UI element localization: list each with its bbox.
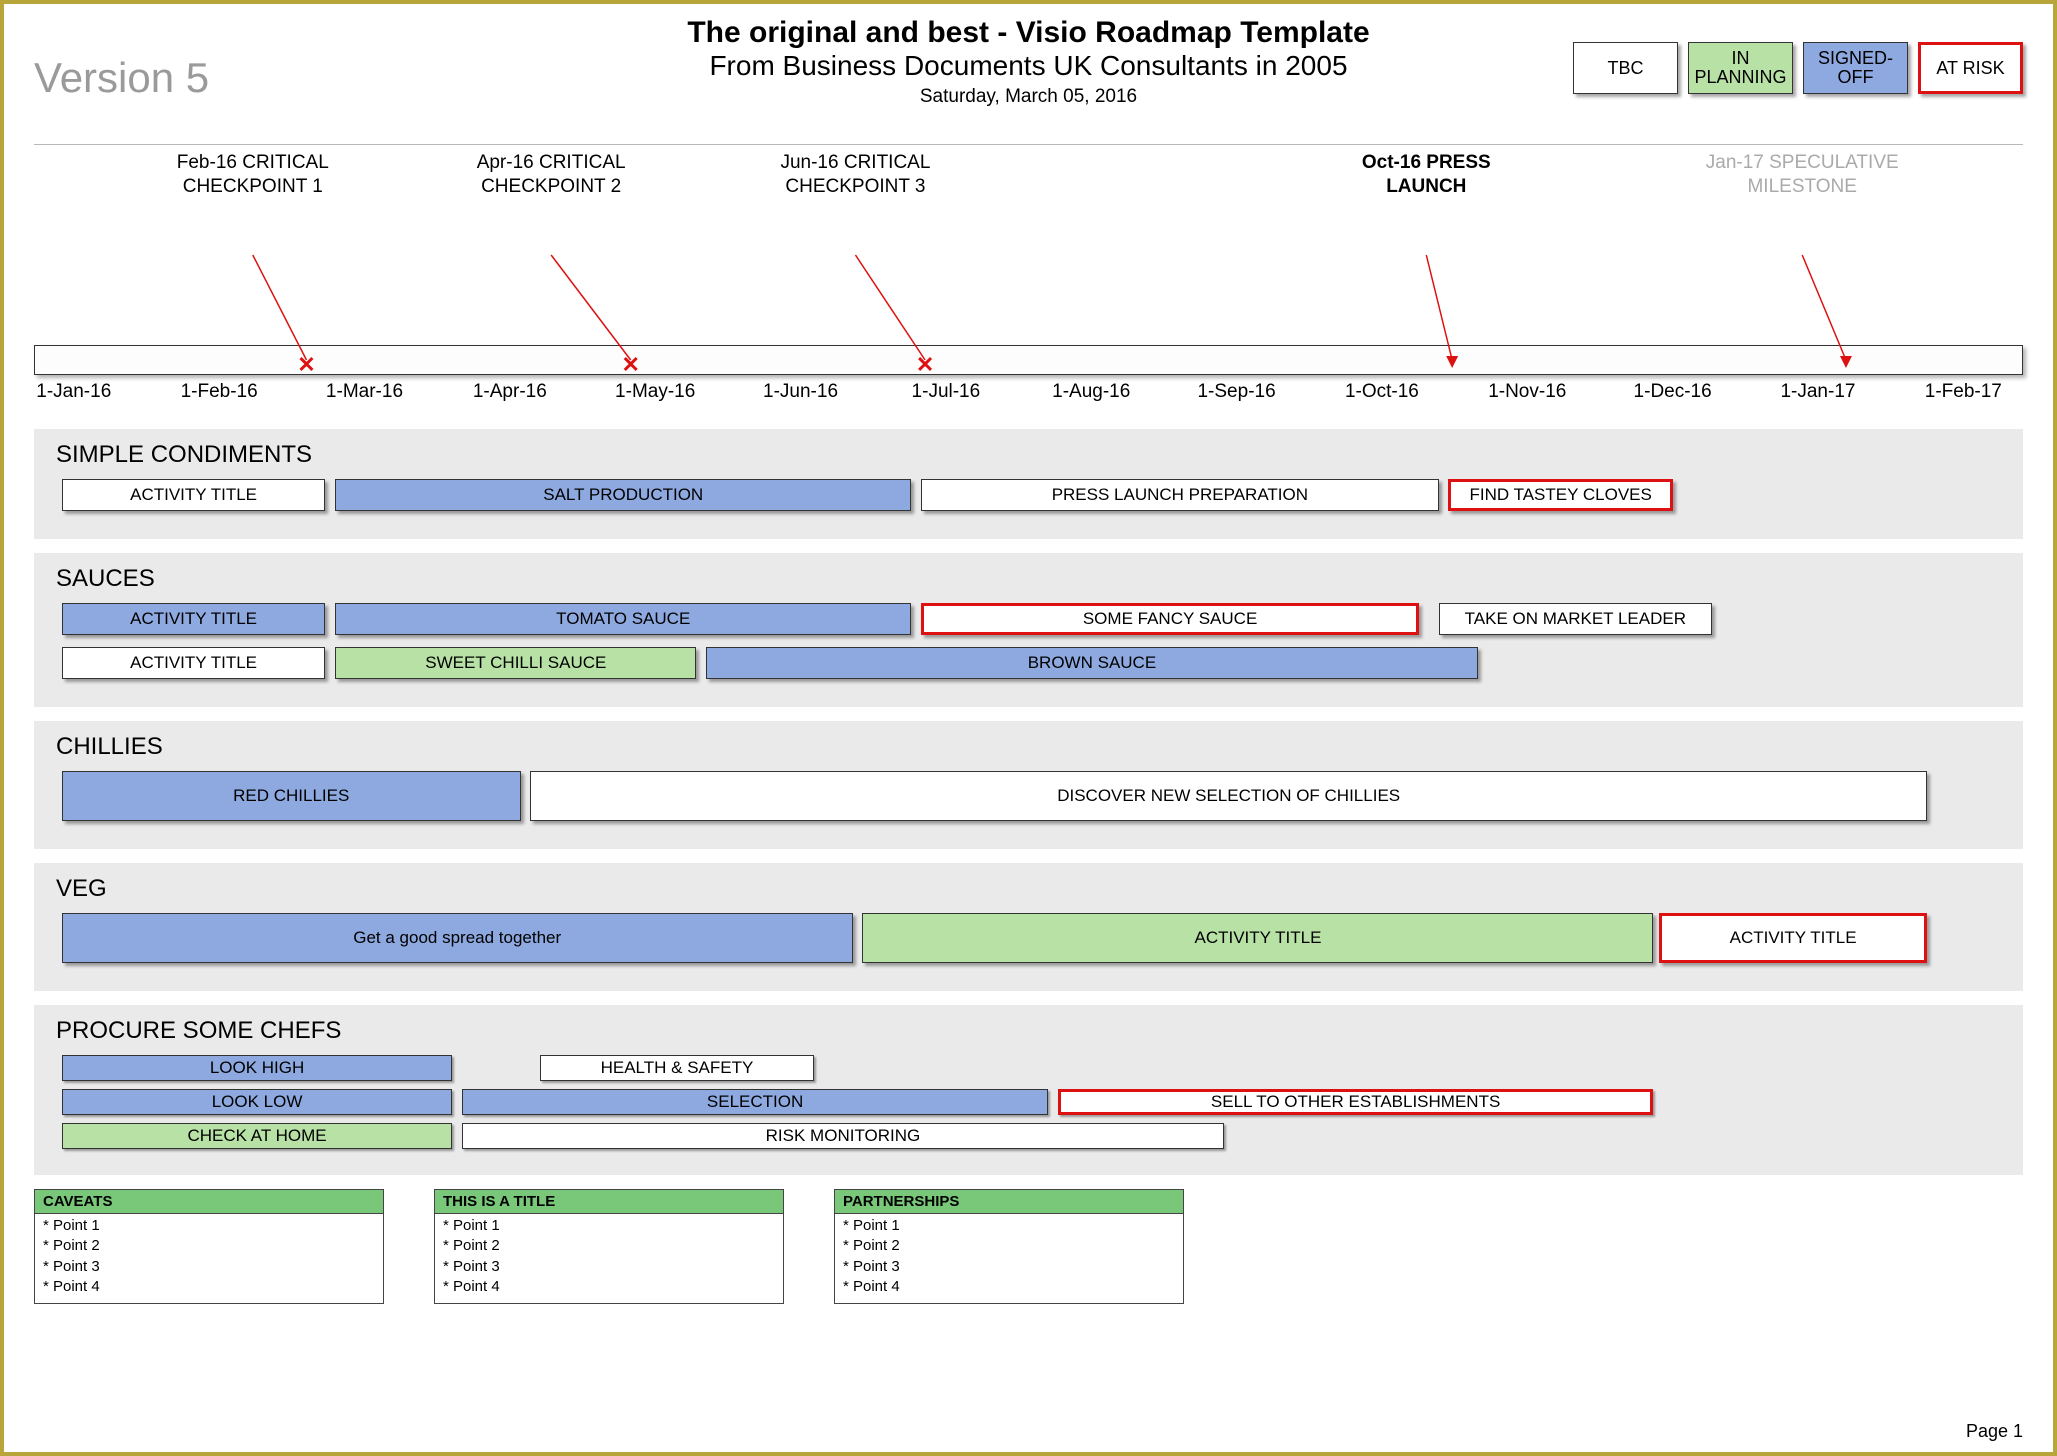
footer-title: PARTNERSHIPS bbox=[835, 1190, 1183, 1214]
activity[interactable]: CHECK AT HOME bbox=[62, 1123, 453, 1149]
lane-title: CHILLIES bbox=[56, 733, 2005, 761]
footer-point: * Point 1 bbox=[443, 1216, 775, 1236]
header: Version 5 The original and best - Visio … bbox=[4, 4, 2053, 144]
activity[interactable]: Get a good spread together bbox=[62, 913, 853, 963]
lane-title: SAUCES bbox=[56, 565, 2005, 593]
lane-row: ACTIVITY TITLE TOMATO SAUCE SOME FANCY SAU… bbox=[52, 603, 2005, 641]
activity[interactable]: SALT PRODUCTION bbox=[335, 479, 911, 511]
timeline-bar bbox=[34, 345, 2023, 375]
footer-title: CAVEATS bbox=[35, 1190, 383, 1214]
version-label: Version 5 bbox=[34, 54, 209, 102]
footer-point: * Point 3 bbox=[443, 1257, 775, 1277]
legend-tbc: TBC bbox=[1573, 42, 1678, 94]
footer-point: * Point 3 bbox=[43, 1257, 375, 1277]
legend: TBC IN PLANNING SIGNED- OFF AT RISK bbox=[1573, 42, 2023, 94]
lane-title: SIMPLE CONDIMENTS bbox=[56, 441, 2005, 469]
footer-point: * Point 2 bbox=[443, 1236, 775, 1256]
lane: SAUCES ACTIVITY TITLE TOMATO SAUCE SOME FAN… bbox=[34, 553, 2023, 707]
tick-label: 1-Apr-16 bbox=[473, 381, 547, 403]
footer-boxes: CAVEATS* Point 1* Point 2* Point 3* Poin… bbox=[34, 1189, 2023, 1304]
lane: CHILLIES RED CHILLIESDISCOVER NEW SELECTI… bbox=[34, 721, 2023, 849]
tick-label: 1-May-16 bbox=[615, 381, 695, 403]
milestone-label: Oct-16 PRESS LAUNCH bbox=[1326, 151, 1526, 199]
activity[interactable]: TOMATO SAUCE bbox=[335, 603, 911, 635]
activity[interactable]: ACTIVITY TITLE bbox=[62, 647, 326, 679]
activity[interactable]: HEALTH & SAFETY bbox=[540, 1055, 813, 1081]
lane: PROCURE SOME CHEFS LOOK HIGH HEALTH & SAFE… bbox=[34, 1005, 2023, 1175]
tick-label: 1-Nov-16 bbox=[1488, 381, 1566, 403]
lane-row: Get a good spread togetherACTIVITY TITLE… bbox=[52, 913, 2005, 969]
footer-point: * Point 4 bbox=[443, 1277, 775, 1297]
activity[interactable]: ACTIVITY TITLE bbox=[1659, 913, 1927, 963]
lane-title: VEG bbox=[56, 875, 2005, 903]
footer-body: * Point 1* Point 2* Point 3* Point 4 bbox=[35, 1214, 383, 1303]
lane-row: ACTIVITY TITLE SALT PRODUCTION PRESS LAUNC… bbox=[52, 479, 2005, 517]
activity[interactable]: SELL TO OTHER ESTABLISHMENTS bbox=[1058, 1089, 1654, 1115]
footer-point: * Point 2 bbox=[43, 1236, 375, 1256]
activity[interactable]: BROWN SAUCE bbox=[706, 647, 1477, 679]
activity[interactable]: ACTIVITY TITLE bbox=[62, 603, 326, 635]
activity[interactable]: TAKE ON MARKET LEADER bbox=[1439, 603, 1712, 635]
tick-label: 1-Jan-16 bbox=[36, 381, 111, 403]
activity[interactable]: PRESS LAUNCH PREPARATION bbox=[921, 479, 1439, 511]
lane-row: LOOK HIGH HEALTH & SAFETY bbox=[52, 1055, 2005, 1085]
lane-row: ACTIVITY TITLE SWEET CHILLI SAUCE BROWN SA… bbox=[52, 647, 2005, 685]
milestone-label: Jan-17 SPECULATIVE MILESTONE bbox=[1702, 151, 1902, 199]
activity[interactable]: SWEET CHILLI SAUCE bbox=[335, 647, 696, 679]
legend-signed: SIGNED- OFF bbox=[1803, 42, 1908, 94]
tick-label: 1-Dec-16 bbox=[1634, 381, 1712, 403]
footer-body: * Point 1* Point 2* Point 3* Point 4 bbox=[435, 1214, 783, 1303]
lane-row: CHECK AT HOME RISK MONITORING bbox=[52, 1123, 2005, 1153]
activity[interactable]: SOME FANCY SAUCE bbox=[921, 603, 1419, 635]
activity[interactable]: LOOK LOW bbox=[62, 1089, 453, 1115]
tick-label: 1-Jun-16 bbox=[763, 381, 838, 403]
page-number: Page 1 bbox=[1966, 1421, 2023, 1442]
footer-point: * Point 1 bbox=[843, 1216, 1175, 1236]
activity[interactable]: DISCOVER NEW SELECTION OF CHILLIES bbox=[530, 771, 1926, 821]
milestone-label: Feb-16 CRITICAL CHECKPOINT 1 bbox=[153, 151, 353, 199]
lane-title: PROCURE SOME CHEFS bbox=[56, 1017, 2005, 1045]
footer-point: * Point 2 bbox=[843, 1236, 1175, 1256]
lane: SIMPLE CONDIMENTS ACTIVITY TITLE SALT PROD… bbox=[34, 429, 2023, 539]
activity[interactable]: ACTIVITY TITLE bbox=[862, 913, 1653, 963]
milestone-label: Jun-16 CRITICAL CHECKPOINT 3 bbox=[755, 151, 955, 199]
footer-point: * Point 4 bbox=[43, 1277, 375, 1297]
footer-point: * Point 4 bbox=[843, 1277, 1175, 1297]
footer-box: THIS IS A TITLE* Point 1* Point 2* Point… bbox=[434, 1189, 784, 1304]
lane: VEGGet a good spread togetherACTIVITY TI… bbox=[34, 863, 2023, 991]
tick-label: 1-Aug-16 bbox=[1052, 381, 1130, 403]
tick-label: 1-Jul-16 bbox=[912, 381, 981, 403]
footer-point: * Point 1 bbox=[43, 1216, 375, 1236]
tick-label: 1-Sep-16 bbox=[1197, 381, 1275, 403]
activity[interactable]: LOOK HIGH bbox=[62, 1055, 453, 1081]
tick-label: 1-Mar-16 bbox=[326, 381, 403, 403]
legend-planning: IN PLANNING bbox=[1688, 42, 1793, 94]
tick-label: 1-Feb-17 bbox=[1925, 381, 2002, 403]
tick-label: 1-Feb-16 bbox=[181, 381, 258, 403]
activity[interactable]: SELECTION bbox=[462, 1089, 1048, 1115]
lane-row: LOOK LOW SELECTION SELL TO OTHER ESTABLISH… bbox=[52, 1089, 2005, 1119]
lane-row: RED CHILLIESDISCOVER NEW SELECTION OF CH… bbox=[52, 771, 2005, 827]
legend-risk: AT RISK bbox=[1918, 42, 2023, 94]
tick-label: 1-Jan-17 bbox=[1780, 381, 1855, 403]
footer-box: PARTNERSHIPS* Point 1* Point 2* Point 3*… bbox=[834, 1189, 1184, 1304]
activity[interactable]: ACTIVITY TITLE bbox=[62, 479, 326, 511]
activity[interactable]: RED CHILLIES bbox=[62, 771, 521, 821]
footer-box: CAVEATS* Point 1* Point 2* Point 3* Poin… bbox=[34, 1189, 384, 1304]
tick-label: 1-Oct-16 bbox=[1345, 381, 1419, 403]
milestone-label: Apr-16 CRITICAL CHECKPOINT 2 bbox=[451, 151, 651, 199]
activity[interactable]: RISK MONITORING bbox=[462, 1123, 1224, 1149]
timeline: ✕✕✕ 1-Jan-161-Feb-161-Mar-161-Apr-161-Ma… bbox=[34, 145, 2023, 415]
footer-body: * Point 1* Point 2* Point 3* Point 4 bbox=[835, 1214, 1183, 1303]
activity[interactable]: FIND TASTEY CLOVES bbox=[1448, 479, 1673, 511]
footer-point: * Point 3 bbox=[843, 1257, 1175, 1277]
footer-title: THIS IS A TITLE bbox=[435, 1190, 783, 1214]
